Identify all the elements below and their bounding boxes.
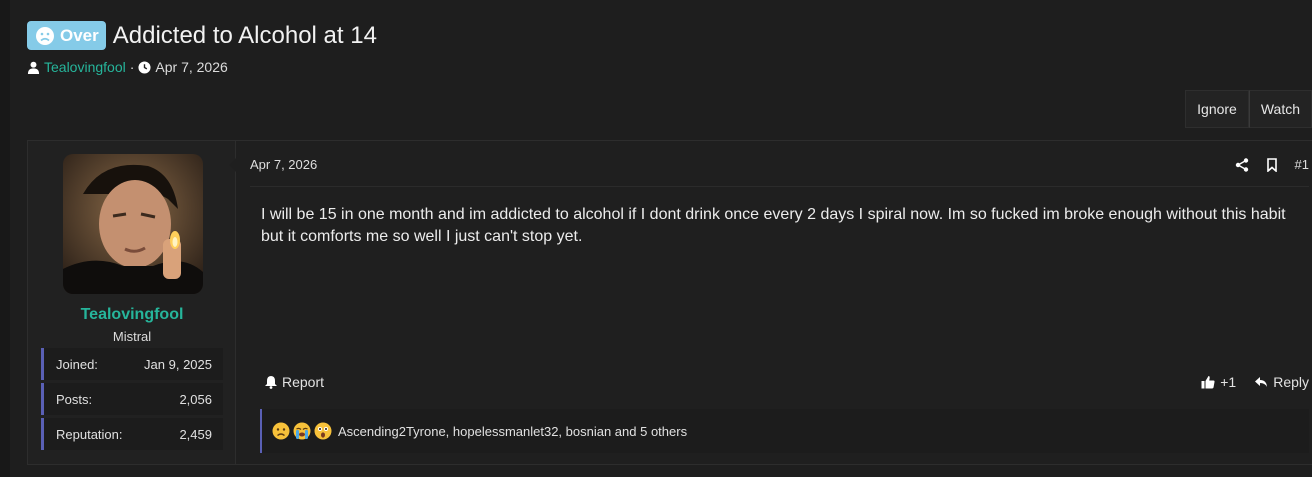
post-number[interactable]: #1 bbox=[1295, 157, 1309, 172]
shocked-face-icon bbox=[314, 422, 332, 440]
post-header: Apr 7, 2026 #1 bbox=[250, 157, 1309, 172]
thread-prefix-badge[interactable]: Over bbox=[27, 21, 106, 50]
post-tools: #1 bbox=[1235, 157, 1309, 172]
thread-page: Over Addicted to Alcohol at 14 Tealoving… bbox=[0, 0, 1312, 477]
thread-title-row: Over Addicted to Alcohol at 14 bbox=[27, 21, 377, 50]
post-user-column: Tealovingfool Mistral Joined: Jan 9, 202… bbox=[28, 141, 236, 464]
post-footer: Report +1 Reply bbox=[264, 374, 1309, 390]
post-caret bbox=[229, 157, 237, 173]
watch-button[interactable]: Watch bbox=[1248, 90, 1312, 128]
clock-icon bbox=[138, 60, 151, 74]
user-icon bbox=[27, 61, 40, 74]
reply-button[interactable]: Reply bbox=[1254, 374, 1309, 390]
reactions-bar[interactable]: Ascending2Tyrone, hopelessmanlet32, bosn… bbox=[260, 409, 1309, 453]
thumbs-up-icon bbox=[1201, 376, 1215, 389]
bell-icon bbox=[265, 376, 277, 389]
user-title: Mistral bbox=[112, 329, 152, 344]
like-button[interactable]: +1 bbox=[1201, 374, 1236, 390]
prefix-label: Over bbox=[60, 25, 99, 45]
stat-value: 2,056 bbox=[179, 391, 212, 407]
bookmark-icon[interactable] bbox=[1265, 157, 1279, 172]
meta-separator: · bbox=[129, 59, 135, 75]
post-container: Tealovingfool Mistral Joined: Jan 9, 202… bbox=[27, 140, 1312, 465]
frown-face-icon bbox=[36, 26, 54, 45]
thread-actions: Ignore Watch bbox=[1185, 90, 1312, 128]
page-title: Addicted to Alcohol at 14 bbox=[112, 21, 377, 49]
stat-value: 2,459 bbox=[179, 426, 212, 442]
report-label: Report bbox=[282, 374, 325, 390]
stat-label: Reputation: bbox=[56, 426, 123, 442]
ignore-button[interactable]: Ignore bbox=[1185, 90, 1249, 128]
reaction-users[interactable]: Ascending2Tyrone, hopelessmanlet32, bosn… bbox=[338, 424, 687, 439]
post-divider bbox=[250, 186, 1309, 187]
stat-reputation: Reputation: 2,459 bbox=[41, 418, 223, 450]
avatar-image bbox=[63, 154, 203, 294]
crying-face-icon bbox=[293, 422, 311, 440]
stat-joined: Joined: Jan 9, 2025 bbox=[41, 348, 223, 380]
reply-icon bbox=[1255, 377, 1268, 387]
reply-label: Reply bbox=[1273, 374, 1309, 390]
avatar[interactable] bbox=[63, 154, 203, 294]
stat-label: Posts: bbox=[56, 391, 93, 407]
post-actions-right: +1 Reply bbox=[1201, 374, 1309, 390]
report-button[interactable]: Report bbox=[264, 374, 324, 390]
post-date[interactable]: Apr 7, 2026 bbox=[250, 157, 317, 172]
like-count: +1 bbox=[1220, 374, 1237, 390]
stat-label: Joined: bbox=[56, 356, 98, 372]
thread-author-link[interactable]: Tealovingfool bbox=[44, 59, 126, 75]
share-icon[interactable] bbox=[1235, 157, 1249, 172]
stat-value: Jan 9, 2025 bbox=[144, 356, 212, 372]
stat-posts: Posts: 2,056 bbox=[41, 383, 223, 415]
sad-face-icon bbox=[272, 422, 290, 440]
post-message: I will be 15 in one month and im addicte… bbox=[261, 206, 1286, 245]
thread-meta: Tealovingfool · Apr 7, 2026 bbox=[27, 59, 228, 75]
post-username[interactable]: Tealovingfool bbox=[28, 306, 236, 324]
thread-date[interactable]: Apr 7, 2026 bbox=[155, 59, 227, 75]
user-stats: Joined: Jan 9, 2025 Posts: 2,056 Reputat… bbox=[41, 348, 223, 453]
